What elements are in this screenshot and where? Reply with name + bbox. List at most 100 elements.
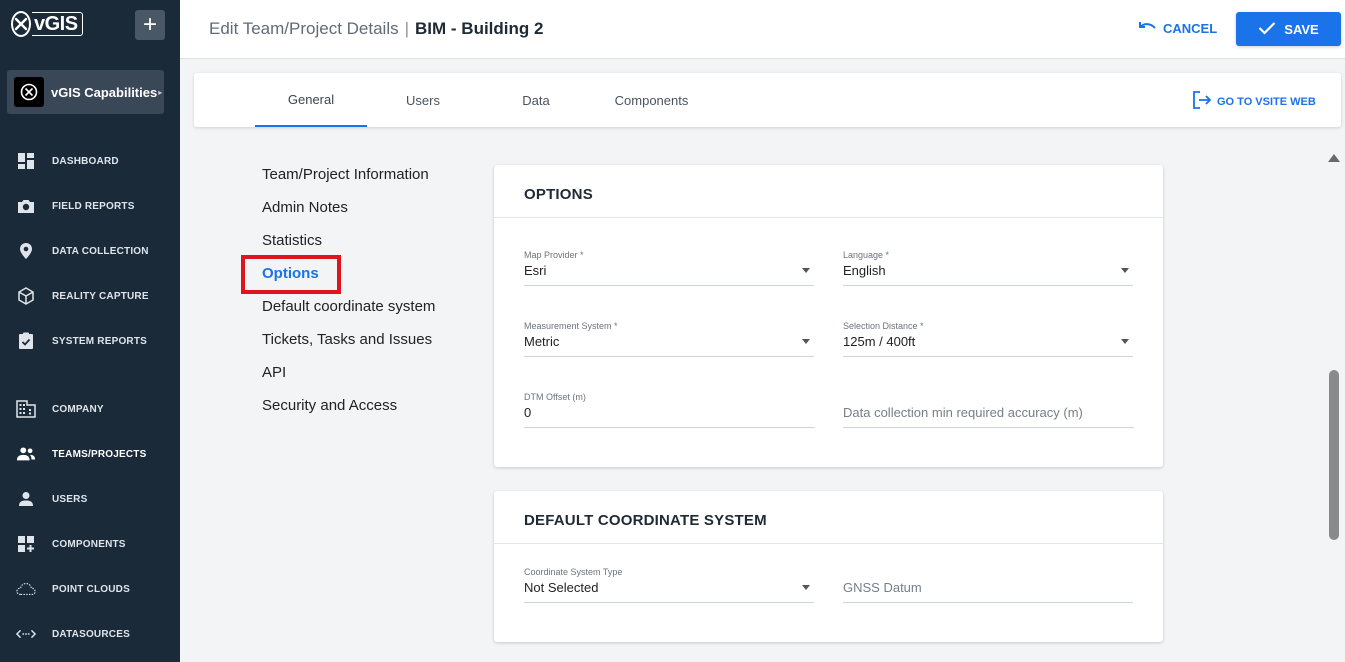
sidebar-item-label: SYSTEM REPORTS	[52, 335, 148, 347]
camera-icon	[16, 196, 36, 216]
people-icon	[16, 444, 36, 464]
location-pin-icon	[16, 241, 36, 261]
logo-text: vGIS	[32, 12, 83, 36]
field-label: Measurement System *	[524, 321, 618, 331]
highlight-box	[241, 255, 341, 294]
sidebar-item-data-collection[interactable]: DATA COLLECTION	[0, 231, 180, 271]
sidebar-item-label: FIELD REPORTS	[52, 200, 135, 212]
coordinate-system-title: DEFAULT COORDINATE SYSTEM	[524, 512, 767, 529]
tab-users[interactable]: Users	[384, 73, 462, 127]
go-to-label: GO TO VSITE WEB	[1217, 95, 1316, 108]
field-placeholder: Data collection min required accuracy (m…	[843, 405, 1083, 420]
breadcrumb: Edit Team/Project Details | BIM - Building…	[209, 19, 543, 39]
cancel-button[interactable]: CANCEL	[1137, 20, 1217, 37]
check-icon	[1258, 21, 1276, 38]
dropdown-arrow-icon	[802, 268, 810, 273]
breadcrumb-prefix: Edit Team/Project Details	[209, 19, 399, 38]
subnav-default-coordinate-system[interactable]: Default coordinate system	[262, 298, 435, 315]
field-label: Map Provider *	[524, 250, 584, 260]
sidebar-item-label: REALITY CAPTURE	[52, 290, 149, 302]
scrollbar-thumb[interactable]	[1329, 370, 1339, 540]
measurement-system-select[interactable]: Measurement System * Metric	[524, 321, 814, 357]
sidebar-item-company[interactable]: COMPANY	[0, 389, 180, 429]
building-icon	[16, 399, 36, 419]
subnav-api[interactable]: API	[262, 364, 286, 381]
field-value: 0	[524, 405, 532, 420]
sidebar-item-label: DATA COLLECTION	[52, 245, 149, 257]
map-provider-select[interactable]: Map Provider * Esri	[524, 250, 814, 286]
field-value: 125m / 400ft	[843, 334, 916, 349]
tabs-bar: General Users Data Components GO TO VSIT…	[194, 73, 1341, 127]
logo-x-icon	[11, 11, 31, 37]
subnav-admin-notes[interactable]: Admin Notes	[262, 199, 348, 216]
tab-general[interactable]: General	[255, 73, 367, 127]
vgis-logo[interactable]: vGIS	[11, 9, 83, 39]
sidebar-item-label: POINT CLOUDS	[52, 583, 130, 595]
undo-icon	[1137, 20, 1157, 37]
sidebar-item-label: USERS	[52, 493, 88, 505]
save-label: SAVE	[1284, 21, 1319, 37]
field-label: DTM Offset (m)	[524, 392, 586, 402]
sidebar-item-field-reports[interactable]: FIELD REPORTS	[0, 186, 180, 226]
coordinate-system-type-select[interactable]: Coordinate System Type Not Selected	[524, 567, 814, 603]
gnss-datum-input[interactable]: GNSS Datum	[843, 567, 1133, 603]
sidebar-item-users[interactable]: USERS	[0, 479, 180, 519]
caret-right-icon: ▸	[158, 87, 163, 97]
field-value: English	[843, 263, 886, 278]
tab-components[interactable]: Components	[604, 73, 699, 127]
language-select[interactable]: Language * English	[843, 250, 1133, 286]
dashboard-icon	[16, 151, 36, 171]
organization-selector[interactable]: vGIS Capabilities ▸	[7, 70, 164, 114]
exit-arrow-icon	[1192, 91, 1212, 112]
go-to-vsite-web-link[interactable]: GO TO VSITE WEB	[1192, 91, 1316, 112]
code-arrows-icon	[16, 624, 36, 644]
logo-row: vGIS +	[0, 0, 180, 56]
dropdown-arrow-icon	[802, 339, 810, 344]
sidebar-item-label: DATASOURCES	[52, 628, 130, 640]
add-button[interactable]: +	[135, 10, 165, 40]
sidebar-item-point-clouds[interactable]: POINT CLOUDS	[0, 569, 180, 609]
sidebar-item-teams-projects[interactable]: TEAMS/PROJECTS	[0, 434, 180, 474]
sidebar-item-label: DASHBOARD	[52, 155, 119, 167]
options-panel: OPTIONS Map Provider * Esri Language * E…	[494, 165, 1163, 467]
sidebar-item-dashboard[interactable]: DASHBOARD	[0, 141, 180, 181]
sidebar-item-system-reports[interactable]: SYSTEM REPORTS	[0, 321, 180, 361]
panel-divider	[494, 217, 1163, 218]
sidebar-item-datasources[interactable]: DATASOURCES	[0, 614, 180, 654]
grid-add-icon	[16, 534, 36, 554]
field-label: Language *	[843, 250, 890, 260]
accuracy-input[interactable]: Data collection min required accuracy (m…	[843, 392, 1134, 428]
sidebar-item-label: COMPANY	[52, 403, 104, 415]
field-value: Esri	[524, 263, 547, 278]
field-value: Not Selected	[524, 580, 599, 595]
dropdown-arrow-icon	[1121, 268, 1129, 273]
dtm-offset-input[interactable]: DTM Offset (m) 0	[524, 392, 815, 428]
field-label: Coordinate System Type	[524, 567, 623, 577]
org-name: vGIS Capabilities	[51, 84, 158, 100]
breadcrumb-separator: |	[404, 19, 410, 38]
page-header: Edit Team/Project Details | BIM - Building…	[180, 0, 1345, 59]
sidebar-item-label: TEAMS/PROJECTS	[52, 448, 147, 460]
field-value: Metric	[524, 334, 560, 349]
panel-divider	[494, 543, 1163, 544]
dropdown-arrow-icon	[802, 585, 810, 590]
scroll-up-arrow-icon[interactable]	[1328, 154, 1340, 162]
subnav-tickets-tasks-issues[interactable]: Tickets, Tasks and Issues	[262, 331, 432, 348]
subnav-statistics[interactable]: Statistics	[262, 232, 322, 249]
sidebar-item-components[interactable]: COMPONENTS	[0, 524, 180, 564]
coordinate-system-panel: DEFAULT COORDINATE SYSTEM Coordinate Sys…	[494, 491, 1163, 642]
save-button[interactable]: SAVE	[1236, 12, 1341, 46]
person-icon	[16, 489, 36, 509]
field-label: Selection Distance *	[843, 321, 924, 331]
dropdown-arrow-icon	[1121, 339, 1129, 344]
clipboard-icon	[16, 331, 36, 351]
sidebar-item-reality-capture[interactable]: REALITY CAPTURE	[0, 276, 180, 316]
selection-distance-select[interactable]: Selection Distance * 125m / 400ft	[843, 321, 1133, 357]
subnav-security-and-access[interactable]: Security and Access	[262, 397, 397, 414]
sidebar-item-label: COMPONENTS	[52, 538, 126, 550]
cube-icon	[16, 286, 36, 306]
cloud-icon	[16, 579, 36, 599]
subnav-team-project-information[interactable]: Team/Project Information	[262, 166, 429, 183]
tab-data[interactable]: Data	[499, 73, 573, 127]
field-placeholder: GNSS Datum	[843, 580, 922, 595]
